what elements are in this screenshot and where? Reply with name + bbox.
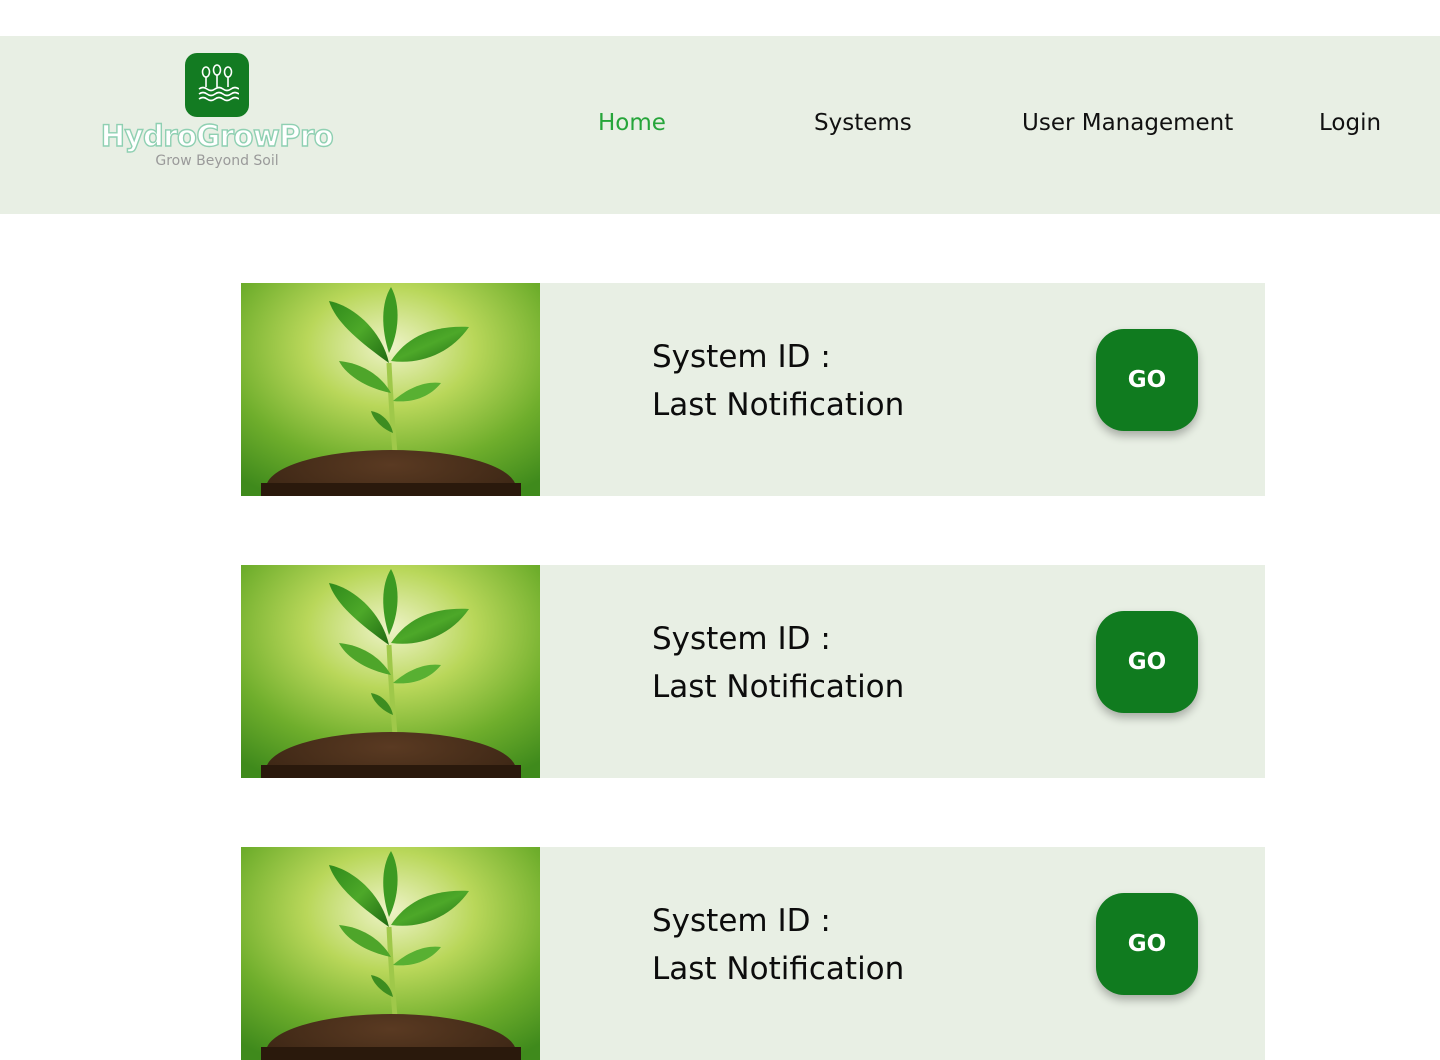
nav-user-management[interactable]: User Management <box>1022 110 1233 136</box>
nav-login[interactable]: Login <box>1319 110 1381 136</box>
system-id-label: System ID : <box>652 621 831 657</box>
system-card: System ID : Last Notification GO <box>241 283 1265 496</box>
plants-in-water-icon <box>185 53 249 117</box>
last-notification-label: Last Notification <box>652 951 905 987</box>
brand-tagline: Grow Beyond Soil <box>155 153 279 169</box>
last-notification-label: Last Notification <box>652 387 905 423</box>
brand-logo[interactable]: HydroGrowPro Grow Beyond Soil <box>66 53 368 177</box>
nav-home[interactable]: Home <box>598 110 666 136</box>
system-info: System ID : Last Notification <box>652 615 904 711</box>
seedling-image <box>241 283 540 496</box>
top-navigation-bar: HydroGrowPro Grow Beyond Soil Home Syste… <box>0 36 1440 214</box>
system-id-label: System ID : <box>652 339 831 375</box>
seedling-image <box>241 847 540 1060</box>
system-card: System ID : Last Notification GO <box>241 565 1265 778</box>
go-button[interactable]: GO <box>1096 611 1198 713</box>
nav-systems[interactable]: Systems <box>814 110 912 136</box>
last-notification-label: Last Notification <box>652 669 905 705</box>
system-id-label: System ID : <box>652 903 831 939</box>
system-info: System ID : Last Notification <box>652 897 904 993</box>
go-button[interactable]: GO <box>1096 329 1198 431</box>
brand-wordmark: HydroGrowPro <box>100 118 334 153</box>
seedling-image <box>241 565 540 778</box>
system-card: System ID : Last Notification GO <box>241 847 1265 1060</box>
system-info: System ID : Last Notification <box>652 333 904 429</box>
go-button[interactable]: GO <box>1096 893 1198 995</box>
